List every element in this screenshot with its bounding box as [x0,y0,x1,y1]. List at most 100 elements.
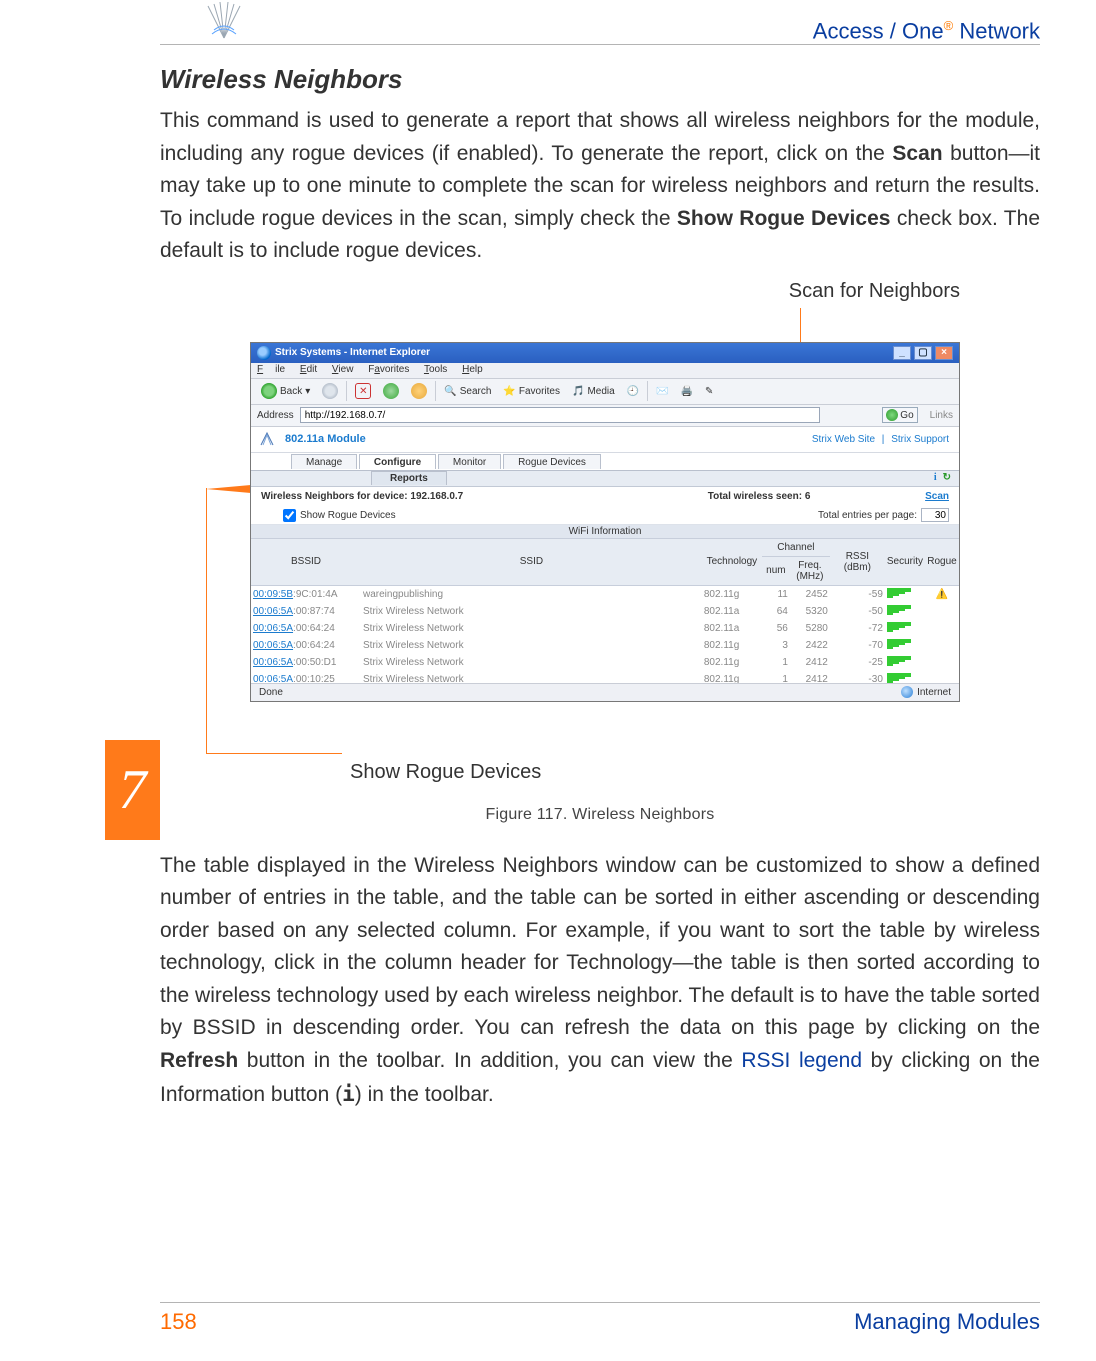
bssid-link[interactable]: 00:06:5A [253,640,293,651]
bssid-link[interactable]: 00:06:5A [253,657,293,668]
menu-edit[interactable]: Edit [300,364,317,375]
cell-rogue [925,620,959,637]
bssid-link[interactable]: 00:09:5B [253,589,293,600]
tab-rogue-devices[interactable]: Rogue Devices [503,454,601,469]
callout-rogue-vline [206,488,207,754]
cell-rssi: -72 [830,620,885,637]
go-button[interactable]: Go [882,407,917,423]
toolbar-sep2 [435,381,436,401]
edit-button[interactable]: ✎ [701,384,717,399]
rssi-legend-link[interactable]: RSSI legend [741,1049,862,1072]
menu-file[interactable]: File [257,364,285,375]
report-header: Wireless Neighbors for device: 192.168.0… [251,487,959,507]
stop-button[interactable]: ✕ [351,381,375,401]
home-button[interactable] [407,381,431,401]
callout-rogue-hline [206,753,342,754]
bssid-link[interactable]: 00:06:5A [253,623,293,634]
forward-button[interactable] [318,381,342,401]
cell-chan-freq: 5280 [790,620,830,637]
cell-ssid: wareingpublishing [361,585,702,603]
p2-mono: i [342,1082,355,1106]
print-button[interactable]: 🖨️ [677,384,697,399]
go-icon [886,409,898,421]
status-left: Done [259,687,283,698]
cell-security [885,585,925,603]
forward-icon [322,383,338,399]
tab-configure[interactable]: Configure [359,454,436,469]
p2-b0: Refresh [160,1049,238,1072]
stop-icon: ✕ [355,383,371,399]
col-ssid[interactable]: SSID [361,539,702,586]
p1-b1: Show Rogue Devices [677,207,891,230]
refresh-icon [383,383,399,399]
col-tech[interactable]: Technology [702,539,762,586]
links-label[interactable]: Links [930,410,953,421]
address-label: Address [257,410,294,421]
entries-input[interactable] [921,508,949,522]
cell-chan-freq: 2412 [790,654,830,671]
address-input[interactable] [300,407,820,423]
history-button[interactable]: 🕘 [623,384,643,399]
intro-paragraph: This command is used to generate a repor… [160,105,1040,268]
col-chan-num[interactable]: num [762,556,790,585]
main-tabs: Manage Configure Monitor Rogue Devices [251,453,959,471]
figure-caption: Figure 117. Wireless Neighbors [160,806,1040,824]
link-strix-support[interactable]: Strix Support [891,434,949,445]
minimize-button[interactable]: _ [893,346,911,360]
cell-chan-num: 56 [762,620,790,637]
menu-help[interactable]: Help [462,364,483,375]
back-icon [261,383,277,399]
signal-bars-icon [887,639,911,649]
strix-logo-icon [259,431,275,447]
window-title: Strix Systems - Internet Explorer [275,347,430,358]
show-rogue-checkbox[interactable] [283,509,296,522]
callout-rogue: Show Rogue Devices [350,761,541,784]
chapter-tab: 7 [105,740,160,840]
cell-rogue [925,603,959,620]
refresh-button[interactable] [379,381,403,401]
mail-button[interactable]: ✉️ [652,384,672,399]
info-button[interactable]: i [934,472,937,483]
report-subheader: Show Rogue Devices Total entries per pag… [251,507,959,525]
internet-zone-icon [901,686,913,698]
col-rssi[interactable]: RSSI (dBm) [830,539,885,586]
window-titlebar[interactable]: Strix Systems - Internet Explorer _ ▢ × [251,343,959,363]
menubar[interactable]: File Edit View Favorites Tools Help [251,363,959,379]
menu-favorites[interactable]: Favorites [368,364,409,375]
table-row: 00:06:5A:00:64:24Strix Wireless Network8… [251,620,959,637]
maximize-button[interactable]: ▢ [914,346,932,360]
col-bssid[interactable]: BSSID [251,539,361,586]
search-button[interactable]: 🔍 Search [440,384,495,399]
col-rogue[interactable]: Rogue [925,539,959,586]
footer-rule [160,1302,1040,1303]
section-title: Wireless Neighbors [160,64,1040,95]
media-button[interactable]: 🎵 Media [568,384,619,399]
back-button[interactable]: Back ▾ [257,381,314,401]
close-button[interactable]: × [935,346,953,360]
toolbar-sep3 [647,381,648,401]
cell-ssid: Strix Wireless Network [361,637,702,654]
neighbors-table: BSSID SSID Technology Channel RSSI (dBm)… [251,539,959,688]
subtab-reports[interactable]: Reports [371,471,447,485]
favorites-button[interactable]: ⭐ Favorites [499,384,564,399]
menu-view[interactable]: View [332,364,354,375]
cell-rogue [925,654,959,671]
reports-refresh-button[interactable]: ↻ [943,472,951,483]
address-bar: Address Go Links [251,405,959,427]
show-rogue-label[interactable]: Show Rogue Devices [300,510,396,521]
cell-ssid: Strix Wireless Network [361,654,702,671]
bssid-link[interactable]: 00:06:5A [253,606,293,617]
menu-tools[interactable]: Tools [424,364,447,375]
tab-monitor[interactable]: Monitor [438,454,501,469]
col-security[interactable]: Security [885,539,925,586]
tab-manage[interactable]: Manage [291,454,357,469]
status-zone: Internet [917,687,951,698]
module-name: 802.11a Module [285,433,366,445]
cell-tech: 802.11a [702,603,762,620]
col-channel[interactable]: Channel [762,539,830,557]
scan-link[interactable]: Scan [925,491,949,502]
table-row: 00:06:5A:00:50:D1Strix Wireless Network8… [251,654,959,671]
footer-section: Managing Modules [854,1309,1040,1335]
link-strix-site[interactable]: Strix Web Site [812,434,875,445]
col-chan-freq[interactable]: Freq. (MHz) [790,556,830,585]
